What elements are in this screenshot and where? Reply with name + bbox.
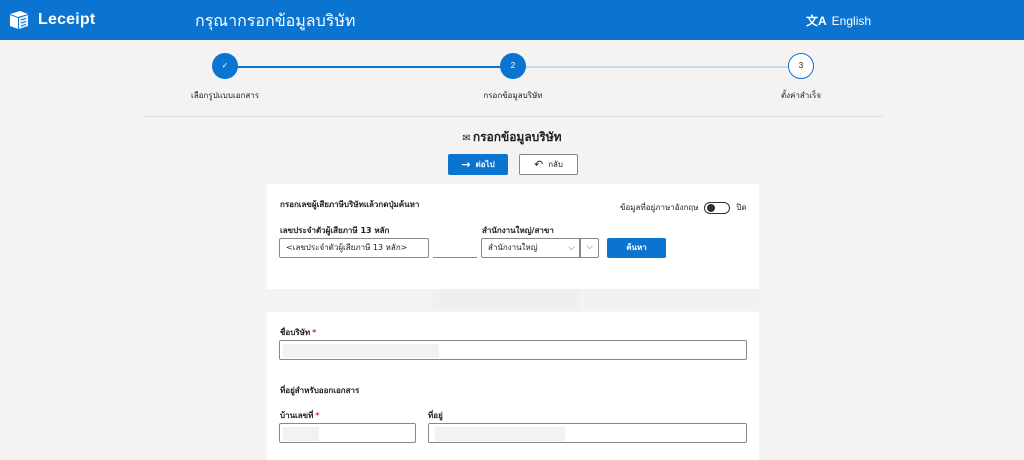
house-number-label-text: บ้านเลขที่ xyxy=(280,411,314,420)
english-address-toggle[interactable] xyxy=(704,201,731,214)
search-instruction: กรอกเลขผู้เสียภาษีบริษัทแล้วกดปุ่มค้นหา xyxy=(280,200,420,209)
undo-icon: ↶ xyxy=(533,158,544,171)
mail-icon: ✉ xyxy=(462,133,471,144)
branch-label: สำนักงานใหญ่/สาขา xyxy=(482,226,554,235)
house-number-label: บ้านเลขที่ * xyxy=(280,409,320,422)
step-3-circle: 3 xyxy=(788,53,814,79)
tax-id-input[interactable]: <เลขประจำตัวผู้เสียภาษี 13 หลัก> xyxy=(279,238,429,258)
company-name-label-text: ชื่อบริษัท xyxy=(280,328,311,337)
next-button-label: ต่อไป xyxy=(475,160,495,169)
tax-id-extra-input[interactable] xyxy=(433,238,477,258)
placeholder-strip xyxy=(584,289,759,308)
input-value-placeholder xyxy=(283,427,319,441)
house-number-input[interactable] xyxy=(279,423,416,443)
brand-logo[interactable]: Leceipt xyxy=(8,9,95,31)
step-2-label: กรอกข้อมูลบริษัท xyxy=(483,91,543,100)
chevron-down-icon: ⌵ xyxy=(586,242,593,252)
english-toggle-label: ข้อมูลที่อยู่ภาษาอังกฤษ xyxy=(620,203,699,212)
progress-stepper: ✓ 2 3 เลือกรูปแบบเอกสาร กรอกข้อมูลบริษัท… xyxy=(0,52,1024,112)
chevron-down-icon: ⌵ xyxy=(568,243,575,253)
branch-select[interactable]: สำนักงานใหญ่ ⌵ xyxy=(481,238,580,258)
section-title: ✉ กรอกข้อมูลบริษัท xyxy=(0,128,1024,147)
arrow-right-icon: → xyxy=(461,158,471,171)
brand-name: Leceipt xyxy=(38,11,96,28)
step-1-label: เลือกรูปแบบเอกสาร xyxy=(190,91,260,100)
language-switch[interactable]: 文A English xyxy=(806,12,871,29)
address-heading: ที่อยู่สำหรับออกเอกสาร xyxy=(280,386,360,395)
next-button[interactable]: → ต่อไป xyxy=(448,154,508,175)
search-button[interactable]: ค้นหา xyxy=(607,238,666,258)
input-value-placeholder xyxy=(435,427,565,441)
branch-select-value: สำนักงานใหญ่ xyxy=(488,243,538,252)
toggle-knob xyxy=(707,203,716,212)
english-address-toggle-row: ข้อมูลที่อยู่ภาษาอังกฤษ ปิด xyxy=(620,201,747,214)
required-mark: * xyxy=(312,328,317,337)
company-name-input[interactable] xyxy=(279,340,747,360)
toggle-state-label: ปิด xyxy=(736,203,747,212)
step-3-label: ตั้งค่าสำเร็จ xyxy=(780,91,822,100)
divider xyxy=(143,116,883,117)
company-name-label: ชื่อบริษัท * xyxy=(280,326,316,339)
page-title: กรุณากรอกข้อมูลบริษัท xyxy=(195,11,356,30)
step-1-check-icon: ✓ xyxy=(212,53,238,79)
top-bar: Leceipt กรุณากรอกข้อมูลบริษัท 文A English xyxy=(0,0,1024,40)
back-button[interactable]: ↶ กลับ xyxy=(519,154,578,175)
stepper-line-done xyxy=(238,66,500,68)
address-input[interactable] xyxy=(428,423,747,443)
logo-icon xyxy=(8,9,30,31)
section-title-text: กรอกข้อมูลบริษัท xyxy=(472,130,562,144)
required-mark: * xyxy=(315,411,320,420)
tax-id-label: เลขประจำตัวผู้เสียภาษี 13 หลัก xyxy=(280,226,390,235)
step-2-circle: 2 xyxy=(500,53,526,79)
branch-split-dropdown[interactable]: ⌵ xyxy=(580,238,599,258)
placeholder-strip xyxy=(433,289,579,308)
back-button-label: กลับ xyxy=(548,160,564,169)
language-label: English xyxy=(831,13,872,28)
address-label: ที่อยู่ xyxy=(428,411,443,420)
stepper-line-pending xyxy=(526,66,788,68)
translate-icon: 文A xyxy=(806,14,827,28)
input-value-placeholder xyxy=(283,344,439,358)
